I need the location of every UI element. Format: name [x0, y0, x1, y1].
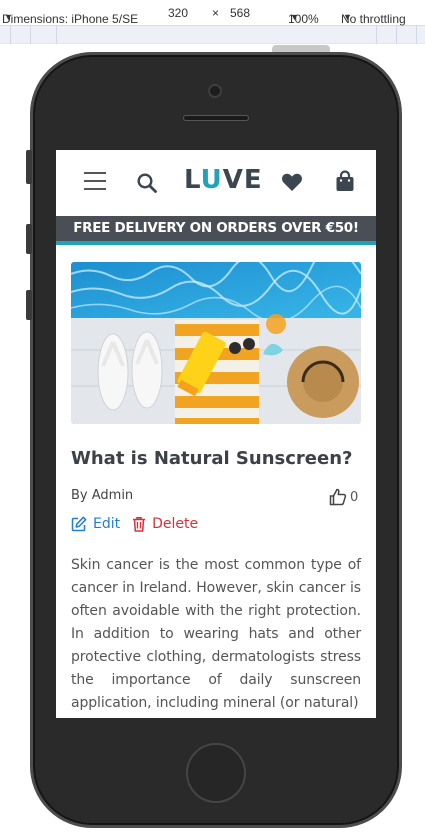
speaker	[183, 115, 249, 121]
ruler-marker	[30, 26, 31, 44]
home-button	[186, 743, 246, 803]
ruler-bar	[0, 26, 425, 44]
media-query-ruler[interactable]	[0, 26, 425, 44]
beach-image-icon	[71, 262, 361, 424]
ruler-marker	[56, 26, 57, 44]
ruler-marker	[376, 26, 377, 44]
volume-up-button	[26, 224, 32, 254]
like-count: 0	[350, 489, 359, 505]
ruler-marker	[416, 26, 417, 44]
delete-label: Delete	[152, 516, 199, 532]
times-sign: ×	[212, 6, 220, 20]
chevron-down-icon: ▼	[4, 12, 13, 22]
device-screen: LUVE FREE DELIVERY ON ORDERS OVER €50! W…	[56, 150, 376, 718]
post-author: By Admin	[71, 488, 134, 503]
device-label: Dimensions: iPhone 5/SE	[2, 12, 139, 26]
edit-label: Edit	[93, 516, 121, 532]
post-body: Skin cancer is the most common type of c…	[71, 557, 361, 711]
trash-icon	[133, 517, 146, 532]
search-icon	[137, 173, 157, 193]
banner-stripe	[56, 241, 376, 245]
cart-button[interactable]	[335, 170, 355, 192]
height-input[interactable]: 568	[230, 6, 250, 20]
edit-icon	[71, 516, 87, 532]
site-logo[interactable]: LUVE	[184, 165, 262, 195]
camera	[208, 84, 222, 98]
volume-down-button	[26, 290, 32, 320]
thumbs-up-icon	[329, 488, 347, 506]
heart-icon	[282, 173, 302, 191]
logo-part: VE	[222, 165, 263, 195]
chevron-down-icon: ▼	[290, 12, 299, 22]
logo-part: L	[184, 165, 201, 195]
wishlist-button[interactable]	[281, 172, 303, 192]
post-title: What is Natural Sunscreen?	[71, 448, 353, 469]
navbar: LUVE	[56, 150, 376, 214]
shopping-bag-icon	[336, 170, 354, 191]
devtools-toolbar: Dimensions: iPhone 5/SE ▼ 320 × 568 100% ▼…	[0, 0, 425, 26]
edit-link[interactable]: Edit	[71, 516, 120, 532]
logo-accent: U	[200, 165, 223, 195]
ruler-marker	[10, 26, 11, 44]
like-button[interactable]: 0	[329, 488, 358, 506]
post-actions: Edit Delete	[71, 516, 198, 532]
ruler-marker	[396, 26, 397, 44]
chevron-down-icon: ▼	[343, 12, 352, 22]
delete-link[interactable]: Delete	[132, 516, 198, 532]
post-image	[71, 262, 361, 424]
menu-toggle-button[interactable]	[84, 172, 106, 190]
hamburger-icon	[84, 172, 106, 190]
search-button[interactable]	[136, 172, 158, 194]
width-input[interactable]: 320	[168, 6, 188, 20]
mute-switch	[26, 150, 32, 184]
